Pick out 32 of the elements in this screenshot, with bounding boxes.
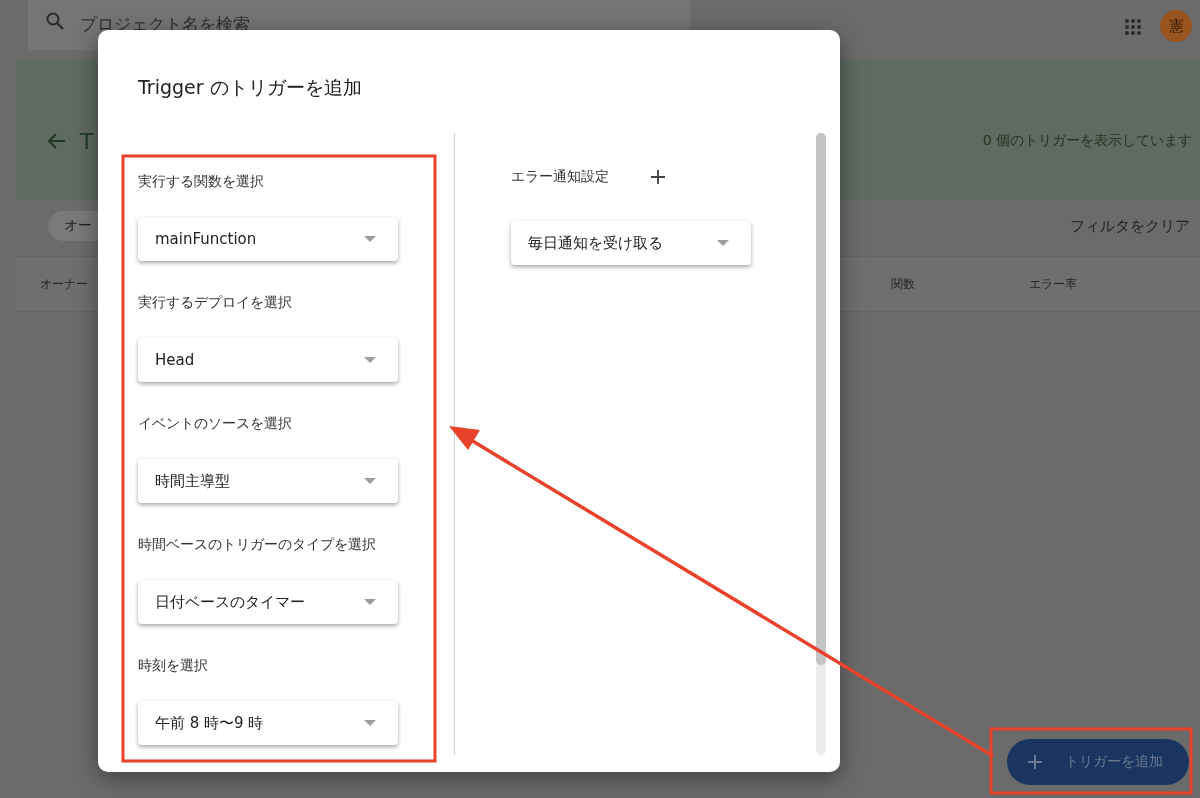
caret-icon — [717, 240, 729, 246]
field-label: 実行する関数を選択 — [138, 172, 265, 191]
field-label: イベントのソースを選択 — [138, 414, 293, 433]
caret-icon — [364, 236, 376, 242]
plus-icon[interactable] — [651, 170, 665, 184]
avatar[interactable]: 憲 — [1160, 10, 1192, 42]
caret-icon — [364, 599, 376, 605]
field-label: エラー通知設定 — [511, 168, 609, 186]
field-label: 時刻を選択 — [138, 656, 209, 675]
page-title: T — [80, 128, 94, 154]
apps-grid-icon[interactable] — [1124, 18, 1142, 36]
caret-icon — [364, 357, 376, 363]
dropdown[interactable]: 毎日通知を受け取る — [511, 221, 751, 265]
dropdown[interactable]: 午前 8 時〜9 時 — [138, 701, 398, 745]
trigger-count: 0 個のトリガーを表示しています — [982, 132, 1192, 150]
caret-icon — [364, 478, 376, 484]
dialog-title: Trigger のトリガーを追加 — [138, 75, 363, 100]
add-trigger-button[interactable]: トリガーを追加 — [1007, 739, 1189, 785]
dropdown[interactable]: 時間主導型 — [138, 459, 398, 503]
field-label: 時間ベースのトリガーのタイプを選択 — [138, 535, 377, 554]
field-label: 実行するデプロイを選択 — [138, 293, 293, 312]
column-header[interactable]: エラー率 — [1029, 275, 1077, 293]
column-header[interactable]: 関数 — [891, 275, 915, 293]
dropdown[interactable]: Head — [138, 338, 398, 382]
clear-filter-link[interactable]: フィルタをクリア — [1070, 216, 1190, 236]
column-header[interactable]: オーナー — [40, 275, 88, 293]
search-icon — [46, 12, 64, 30]
dropdown[interactable]: mainFunction — [138, 217, 398, 261]
back-arrow-icon[interactable] — [48, 133, 66, 149]
plus-icon — [1027, 754, 1043, 770]
caret-icon — [364, 720, 376, 726]
dropdown[interactable]: 日付ベースのタイマー — [138, 580, 398, 624]
